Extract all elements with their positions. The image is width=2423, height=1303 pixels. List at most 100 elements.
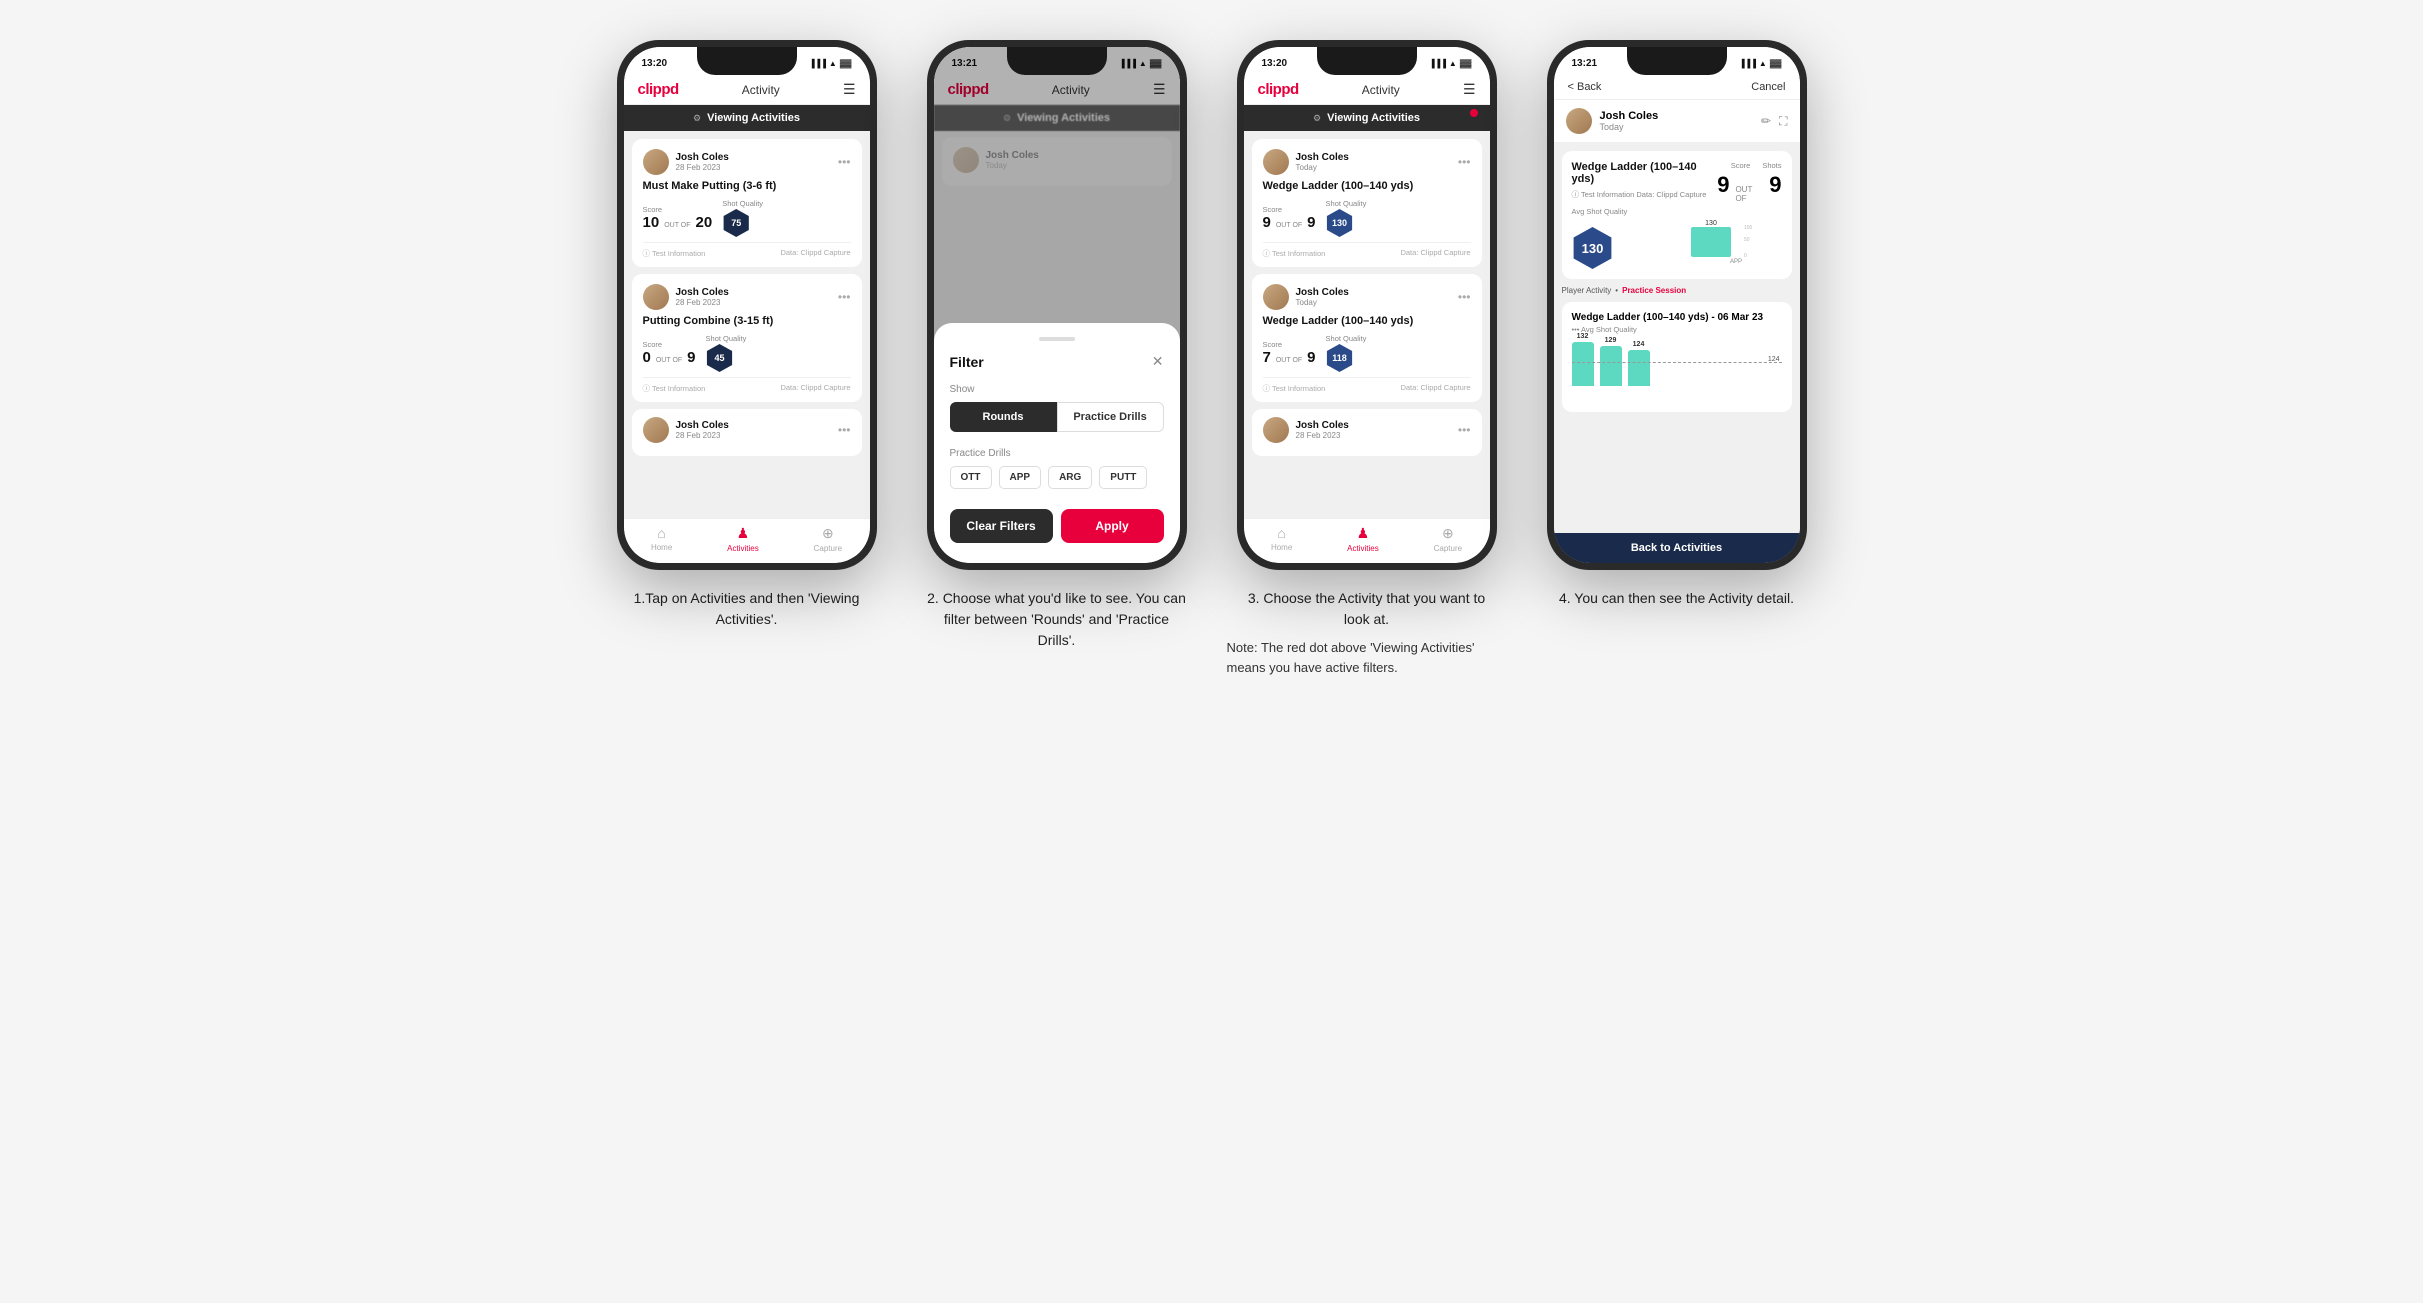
chip-app[interactable]: APP	[999, 466, 1042, 489]
nav-activities-1[interactable]: ♟ Activities	[727, 525, 759, 553]
cancel-btn-4[interactable]: Cancel	[1751, 81, 1785, 93]
phone-3-col: 13:20 ▐▐▐ ▲ ▓▓ clippd Activity ☰ ⚙ Vie	[1227, 40, 1507, 677]
card-stats-1: Score 10 OUT OF 20 Shot Quality 75	[643, 199, 851, 237]
signal-icon-4: ▐▐▐	[1739, 59, 1756, 68]
home-icon-1: ⌂	[657, 525, 665, 541]
filter-modal-2: Filter ✕ Show Rounds Practice Drills Pra…	[934, 323, 1180, 563]
avatar-2	[643, 284, 669, 310]
nav-capture-3[interactable]: ⊕ Capture	[1434, 525, 1462, 553]
bar-body-2	[1600, 346, 1622, 386]
nav-activities-label-1: Activities	[727, 544, 759, 553]
signal-icon-3: ▐▐▐	[1429, 59, 1446, 68]
activity-card-1[interactable]: Josh Coles 28 Feb 2023 ••• Must Make Put…	[632, 139, 862, 267]
nav-home-label-1: Home	[651, 543, 672, 552]
user-name-2: Josh Coles	[676, 287, 729, 298]
chip-ott[interactable]: OTT	[950, 466, 992, 489]
close-modal-btn[interactable]: ✕	[1152, 353, 1164, 370]
expand-icon-4[interactable]: ⛶	[1779, 114, 1787, 129]
partial-more[interactable]: •••	[838, 423, 851, 437]
user-date-1: 28 Feb 2023	[676, 163, 729, 172]
phone-3-notch	[1317, 47, 1417, 75]
practice-drills-toggle-btn[interactable]: Practice Drills	[1057, 402, 1164, 432]
svg-text:0: 0	[1744, 253, 1747, 259]
user-info-3b: Josh Coles Today	[1263, 284, 1349, 310]
phone-4-frame: 13:21 ▐▐▐ ▲ ▓▓ < Back Cancel	[1547, 40, 1807, 570]
user-info-2: Josh Coles 28 Feb 2023	[643, 284, 729, 310]
edit-icon-4[interactable]: ✏	[1761, 114, 1771, 129]
mini-chart-svg: 130 APP 100 50 0	[1620, 219, 1782, 267]
activity-card-3b[interactable]: Josh Coles Today ••• Wedge Ladder (100–1…	[1252, 274, 1482, 402]
user-details-1: Josh Coles 28 Feb 2023	[676, 152, 729, 172]
phone-1-screen: 13:20 ▐▐▐ ▲ ▓▓ clippd Activity ☰ ⚙ Vie	[624, 47, 870, 563]
chip-arg[interactable]: ARG	[1048, 466, 1092, 489]
back-activities-btn-4[interactable]: Back to Activities	[1554, 533, 1800, 563]
card-header-2: Josh Coles 28 Feb 2023 •••	[643, 284, 851, 310]
menu-icon-1[interactable]: ☰	[843, 81, 856, 98]
activity-card-2[interactable]: Josh Coles 28 Feb 2023 ••• Putting Combi…	[632, 274, 862, 402]
drill-label-2: Practice Drills	[950, 448, 1164, 459]
wifi-icon: ▲	[829, 59, 837, 68]
user-name-3a: Josh Coles	[1296, 152, 1349, 163]
hex-badge-3a: 130	[1326, 209, 1354, 237]
nav-home-1[interactable]: ⌂ Home	[651, 525, 672, 553]
user-info-1: Josh Coles 28 Feb 2023	[643, 149, 729, 175]
score-group-1: Score 10 OUT OF 20	[643, 205, 713, 231]
clear-filters-btn[interactable]: Clear Filters	[950, 509, 1053, 543]
nav-home-label-3: Home	[1271, 543, 1292, 552]
partial-card-header: Josh Coles 28 Feb 2023 •••	[643, 417, 851, 443]
viewing-banner-3[interactable]: ⚙ Viewing Activities	[1244, 105, 1490, 131]
partial-user-name: Josh Coles	[676, 420, 729, 431]
card-title-2: Putting Combine (3-15 ft)	[643, 315, 851, 327]
apply-btn[interactable]: Apply	[1061, 509, 1164, 543]
phone-1-notch	[697, 47, 797, 75]
user-date-2: 28 Feb 2023	[676, 298, 729, 307]
nav-capture-1[interactable]: ⊕ Capture	[814, 525, 842, 553]
dashed-val-4: 124	[1768, 356, 1780, 363]
partial-more-3[interactable]: •••	[1458, 423, 1471, 437]
drill-title-4: Wedge Ladder (100–140 yds)	[1572, 161, 1718, 185]
red-dot-3	[1470, 109, 1478, 117]
status-icons-3: ▐▐▐ ▲ ▓▓	[1429, 59, 1472, 68]
shot-quality-1: Shot Quality 75	[722, 199, 763, 237]
chip-putt[interactable]: PUTT	[1099, 466, 1147, 489]
phone-1-frame: 13:20 ▐▐▐ ▲ ▓▓ clippd Activity ☰ ⚙ Vie	[617, 40, 877, 570]
nav-activities-3[interactable]: ♟ Activities	[1347, 525, 1379, 553]
status-icons-1: ▐▐▐ ▲ ▓▓	[809, 59, 852, 68]
mini-chart-4: 130 APP 100 50 0	[1620, 219, 1782, 269]
more-options-1[interactable]: •••	[838, 155, 851, 169]
card-title-3a: Wedge Ladder (100–140 yds)	[1263, 180, 1471, 192]
svg-text:100: 100	[1744, 225, 1753, 231]
status-icons-4: ▐▐▐ ▲ ▓▓	[1739, 59, 1782, 68]
svg-text:APP: APP	[1729, 259, 1741, 265]
status-time-3: 13:20	[1262, 58, 1288, 69]
phone-2-screen: 13:21 ▐▐▐ ▲ ▓▓ clippd Activity ☰ ⚙ Vie	[934, 47, 1180, 563]
avatar-3a	[1263, 149, 1289, 175]
partial-avatar	[643, 417, 669, 443]
caption-4: 4. You can then see the Activity detail.	[1559, 588, 1794, 609]
avg-shot-section-4: Avg Shot Quality 130 130 APP 100	[1572, 207, 1782, 269]
more-options-3a[interactable]: •••	[1458, 155, 1471, 169]
more-options-2[interactable]: •••	[838, 290, 851, 304]
wifi-icon-3: ▲	[1449, 59, 1457, 68]
menu-icon-3[interactable]: ☰	[1463, 81, 1476, 98]
avatar-1	[643, 149, 669, 175]
partial-card-3[interactable]: Josh Coles 28 Feb 2023 •••	[1252, 409, 1482, 456]
activity-scroll-3: Josh Coles Today ••• Wedge Ladder (100–1…	[1244, 131, 1490, 518]
activities-icon-1: ♟	[737, 525, 750, 542]
status-time-4: 13:21	[1572, 58, 1598, 69]
viewing-banner-1[interactable]: ⚙ Viewing Activities	[624, 105, 870, 131]
phone-3-screen: 13:20 ▐▐▐ ▲ ▓▓ clippd Activity ☰ ⚙ Vie	[1244, 47, 1490, 563]
back-btn-4[interactable]: < Back	[1568, 81, 1602, 93]
banner-text-3: Viewing Activities	[1327, 112, 1420, 124]
app-header-3: clippd Activity ☰	[1244, 75, 1490, 105]
activity-card-3a[interactable]: Josh Coles Today ••• Wedge Ladder (100–1…	[1252, 139, 1482, 267]
capture-icon-3: ⊕	[1442, 525, 1454, 542]
nav-home-3[interactable]: ⌂ Home	[1271, 525, 1292, 553]
rounds-toggle-btn[interactable]: Rounds	[950, 402, 1057, 432]
card-stats-2: Score 0 OUT OF 9 Shot Quality 45	[643, 334, 851, 372]
filter-icon-1: ⚙	[693, 113, 701, 124]
more-options-3b[interactable]: •••	[1458, 290, 1471, 304]
show-label-2: Show	[950, 384, 1164, 395]
user-info-3a: Josh Coles Today	[1263, 149, 1349, 175]
partial-card-1[interactable]: Josh Coles 28 Feb 2023 •••	[632, 409, 862, 456]
